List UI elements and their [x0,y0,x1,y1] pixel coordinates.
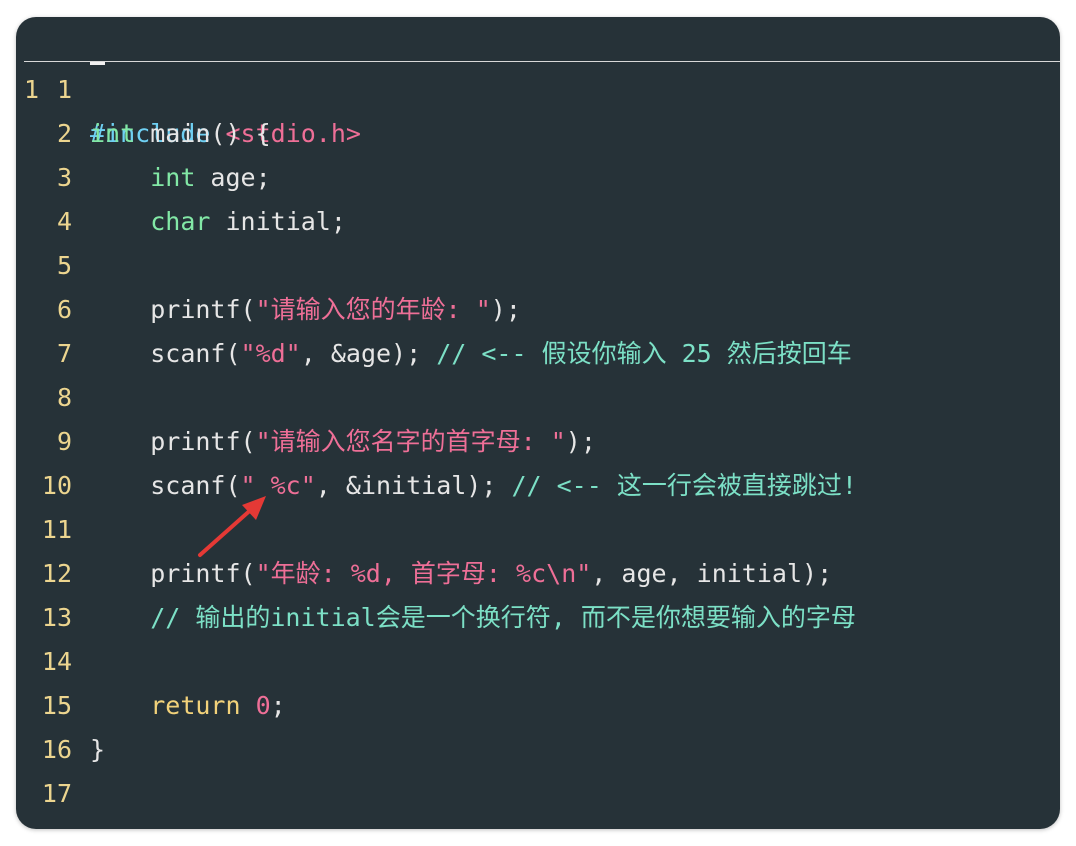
code-area[interactable]: 1 #include <stdio.h> 1 2 int main() {3 int… [16,17,1060,829]
code-editor-window: 1 #include <stdio.h> 1 2 int main() {3 int… [16,17,1060,829]
red-arrow-annotation [198,496,266,557]
